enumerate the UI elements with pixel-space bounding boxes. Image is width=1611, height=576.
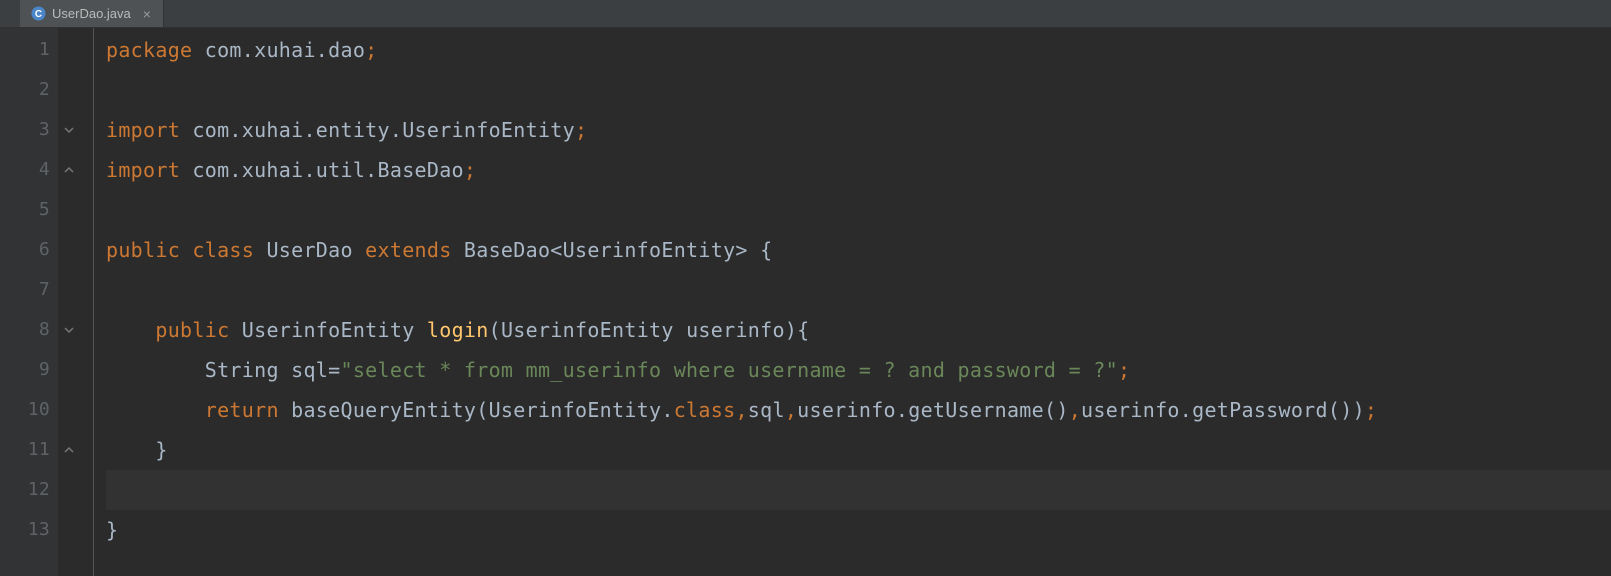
line-number: 8@ [0, 310, 50, 350]
line-number: 9 [0, 350, 50, 390]
code-line[interactable]: import com.xuhai.entity.UserinfoEntity; [106, 110, 1611, 150]
tab-bar: C UserDao.java × [0, 0, 1611, 28]
line-number: 2 [0, 70, 50, 110]
line-number: 5 [0, 190, 50, 230]
code-editor[interactable]: 1 2 3 4 5 6 7 8@ 9 10 11 12 13 package c… [0, 28, 1611, 576]
line-number: 13 [0, 510, 50, 550]
fold-column [58, 28, 94, 576]
line-number-gutter: 1 2 3 4 5 6 7 8@ 9 10 11 12 13 [0, 28, 58, 576]
code-line[interactable]: } [106, 510, 1611, 550]
code-line[interactable]: import com.xuhai.util.BaseDao; [106, 150, 1611, 190]
code-line[interactable]: } [106, 430, 1611, 470]
code-line[interactable]: String sql="select * from mm_userinfo wh… [106, 350, 1611, 390]
code-line[interactable]: return baseQueryEntity(UserinfoEntity.cl… [106, 390, 1611, 430]
fold-toggle-icon[interactable] [64, 110, 74, 150]
tab-userdao[interactable]: C UserDao.java × [20, 0, 164, 27]
code-line[interactable] [106, 190, 1611, 230]
code-line[interactable]: package com.xuhai.dao; [106, 30, 1611, 70]
line-number: 12 [0, 470, 50, 510]
line-number: 10 [0, 390, 50, 430]
code-line[interactable]: public class UserDao extends BaseDao<Use… [106, 230, 1611, 270]
code-line[interactable]: public UserinfoEntity login(UserinfoEnti… [106, 310, 1611, 350]
code-line[interactable] [106, 70, 1611, 110]
line-number: 3 [0, 110, 50, 150]
fold-toggle-icon[interactable] [64, 150, 74, 190]
tab-filename: UserDao.java [52, 6, 131, 21]
fold-toggle-icon[interactable] [64, 310, 74, 350]
close-icon[interactable]: × [141, 6, 153, 22]
class-file-icon: C [30, 6, 46, 22]
line-number: 6 [0, 230, 50, 270]
line-number: 4 [0, 150, 50, 190]
code-content[interactable]: package com.xuhai.dao; import com.xuhai.… [94, 28, 1611, 576]
code-line[interactable] [106, 470, 1611, 510]
fold-toggle-icon[interactable] [64, 430, 74, 470]
line-number: 11 [0, 430, 50, 470]
line-number: 7 [0, 270, 50, 310]
svg-text:C: C [34, 9, 41, 20]
code-line[interactable] [106, 270, 1611, 310]
line-number: 1 [0, 30, 50, 70]
